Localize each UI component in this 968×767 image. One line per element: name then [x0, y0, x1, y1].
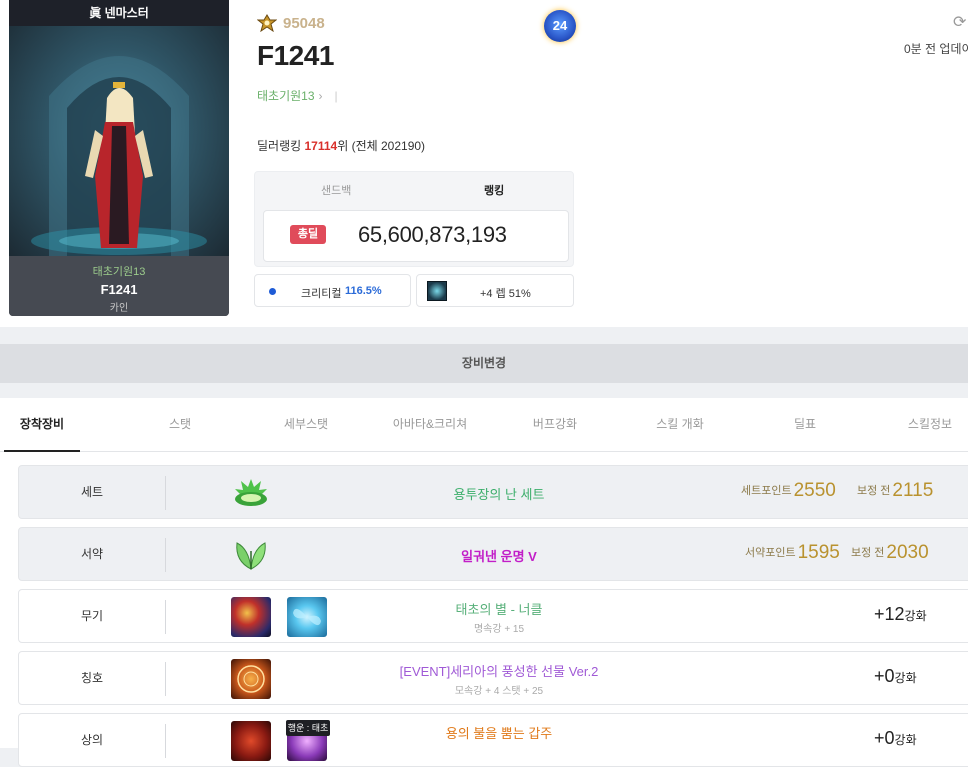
tab-buff-enhance[interactable]: 버프강화	[520, 398, 590, 452]
character-sprite	[31, 56, 207, 256]
character-portrait	[9, 26, 229, 256]
top-armor-enhance: +0강화	[874, 728, 917, 749]
weapon-enhance-value: +12	[874, 604, 905, 624]
set-row[interactable]: 세트 용투장의 난 세트 세트포인트 2550 보정 전 2115	[18, 465, 968, 519]
oath-leaf-icon	[231, 535, 271, 575]
character-card[interactable]: 眞 넨마스터 태초기원13 F1241 카인	[9, 0, 229, 316]
character-server: 태초기원13	[92, 266, 146, 278]
set-emblem-icon	[231, 473, 271, 513]
oath-points-before-label: 보정 전	[851, 547, 885, 559]
total-damage-label: 총딜	[290, 225, 326, 244]
set-points-before-value: 2115	[892, 480, 934, 501]
oath-points-before-value: 2030	[886, 542, 929, 563]
tab-skill-info[interactable]: 스킬정보	[896, 398, 964, 452]
divider	[165, 476, 166, 510]
total-damage-card: 총딜 65,600,873,193	[263, 210, 569, 262]
fame-row: 95048	[257, 14, 325, 32]
tab-ranking[interactable]: 랭킹	[484, 182, 504, 198]
guild-link[interactable]: 태초기원13 › |	[257, 87, 338, 104]
title-medal-icon	[231, 659, 271, 699]
equipment-list: 세트 용투장의 난 세트 세트포인트 2550 보정 전 2115 서약 일궈낸…	[0, 452, 968, 767]
guild-name: 태초기원13	[257, 89, 315, 103]
detail-tabs: 장착장비 스탯 세부스탯 아바타&크리쳐 버프강화 스킬 개화 딜표 스킬정보	[0, 398, 968, 452]
row-label: 칭호	[80, 671, 104, 685]
row-label: 상의	[80, 733, 104, 747]
equip-change-button[interactable]: 장비변경	[0, 344, 968, 383]
tab-equipped[interactable]: 장착장비	[4, 398, 80, 452]
oath-points: 서약포인트 1595	[745, 542, 840, 564]
tab-skill-bloom[interactable]: 스킬 개화	[646, 398, 714, 452]
tab-avatar-creature[interactable]: 아바타&크리쳐	[390, 398, 470, 452]
row-label: 서약	[80, 547, 104, 561]
weapon-name: 태초의 별 - 너클	[455, 602, 543, 617]
total-damage-value: 65,600,873,193	[358, 222, 507, 247]
title-stats: 모속강 + 4 스탯 + 25	[454, 686, 544, 697]
character-name: F1241	[257, 40, 334, 71]
separator: |	[334, 88, 338, 103]
top-armor-row[interactable]: 상의 행운 : 태초 용의 불을 뿜는 갑주 +0강화	[18, 713, 968, 767]
character-subtitle: 카인	[109, 303, 129, 314]
top-armor-name: 용의 불을 뿜는 갑주	[445, 726, 553, 741]
oath-name: 일궈낸 운명 V	[461, 549, 537, 564]
row-label: 세트	[80, 485, 104, 499]
level-badge: 24	[544, 10, 576, 42]
row-label: 무기	[80, 609, 104, 623]
set-points: 세트포인트 2550	[741, 480, 836, 502]
buff-card: +4 렙 51%	[416, 274, 574, 307]
oath-points-before: 보정 전 2030	[851, 542, 929, 564]
tab-deal-table[interactable]: 딜표	[780, 398, 830, 452]
divider	[165, 662, 166, 696]
buff-value: +4 렙 51%	[480, 288, 531, 300]
character-name-small: F1241	[100, 282, 138, 297]
top-armor-enhance-unit: 강화	[894, 733, 917, 747]
status-dot-icon	[269, 288, 276, 295]
top-armor-enhance-value: +0	[874, 728, 895, 748]
title-enhance-value: +0	[874, 666, 895, 686]
weapon-row[interactable]: 무기 태초의 별 - 너클 명속강 + 15 +12강화	[18, 589, 968, 643]
top-armor-icon	[231, 721, 271, 761]
tab-stats[interactable]: 스탯	[152, 398, 208, 452]
weapon-enhance-unit: 강화	[904, 609, 927, 623]
damage-panel: 샌드백 랭킹 총딜 65,600,873,193	[254, 171, 574, 267]
ranking-prefix: 딜러랭킹	[257, 139, 305, 153]
tab-sandbag[interactable]: 샌드백	[321, 182, 351, 198]
oath-points-value: 1595	[797, 542, 840, 563]
critical-value: 116.5%	[345, 285, 382, 297]
title-enhance: +0강화	[874, 666, 917, 687]
set-points-before: 보정 전 2115	[857, 480, 933, 502]
critical-label: 크리티컬	[301, 288, 342, 300]
ranking-suffix: 위 (전체 202190)	[337, 139, 426, 153]
set-points-label: 세트포인트	[741, 485, 792, 497]
divider	[165, 538, 166, 572]
chevron-right-icon: ›	[318, 88, 323, 103]
divider	[165, 724, 166, 758]
character-card-footer: 태초기원13 F1241 카인	[9, 256, 229, 316]
title-name: [EVENT]세리아의 풍성한 선물 Ver.2	[399, 664, 599, 679]
weapon-enhance: +12강화	[874, 604, 927, 625]
set-points-before-label: 보정 전	[857, 485, 891, 497]
weapon-knuckle-icon	[231, 597, 271, 637]
job-title: 眞 넨마스터	[9, 0, 229, 26]
set-points-value: 2550	[793, 480, 836, 501]
critical-card: 크리티컬 116.5%	[254, 274, 411, 307]
refresh-icon[interactable]: ⟳	[953, 12, 966, 32]
divider	[165, 600, 166, 634]
fame-value: 95048	[283, 14, 325, 32]
set-name: 용투장의 난 세트	[453, 487, 545, 502]
tab-detail-stats[interactable]: 세부스탯	[272, 398, 340, 452]
ranking-value: 17114	[304, 139, 338, 153]
oath-points-label: 서약포인트	[745, 547, 796, 559]
update-time: 0분 전 업데이트	[904, 42, 968, 56]
fame-icon	[257, 14, 277, 32]
oath-row[interactable]: 서약 일궈낸 운명 V 서약포인트 1595 보정 전 2030	[18, 527, 968, 581]
dealer-ranking: 딜러랭킹 17114위 (전체 202190)	[257, 137, 425, 154]
title-enhance-unit: 강화	[894, 671, 917, 685]
weapon-stats: 명속강 + 15	[473, 624, 525, 635]
buff-skill-icon	[427, 281, 447, 301]
title-row[interactable]: 칭호 [EVENT]세리아의 풍성한 선물 Ver.2 모속강 + 4 스탯 +…	[18, 651, 968, 705]
character-profile: 眞 넨마스터 태초기원13 F1241 카인 95048 F1241 태초기원1…	[0, 0, 968, 327]
